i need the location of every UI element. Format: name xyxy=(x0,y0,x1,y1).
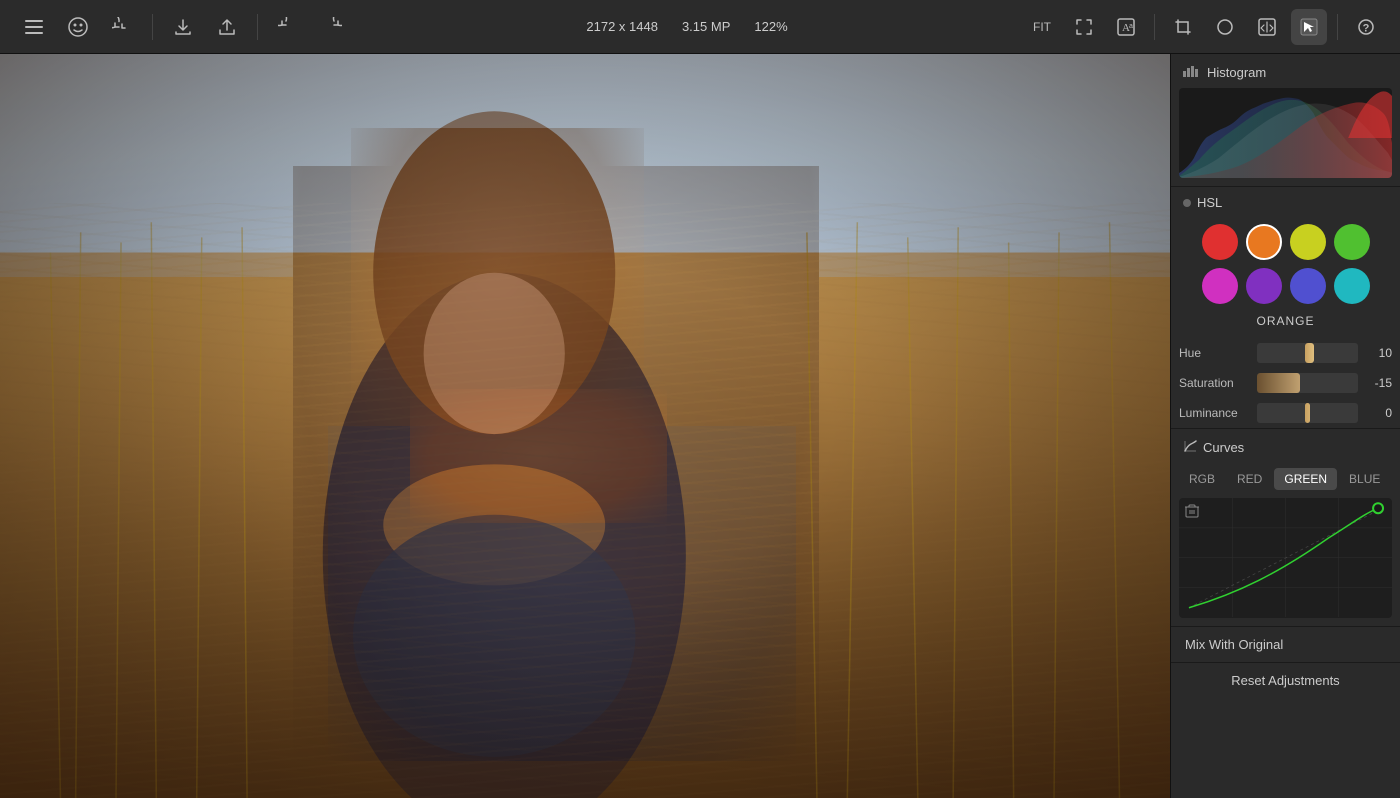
hue-value: 10 xyxy=(1364,346,1392,360)
curves-tab-blue[interactable]: BLUE xyxy=(1339,468,1390,490)
circle-tool-button[interactable] xyxy=(1207,9,1243,45)
separator-4 xyxy=(1337,14,1338,40)
toolbar-center: 2172 x 1448 3.15 MP 122% xyxy=(350,19,1024,34)
luminance-slider-row: Luminance 0 xyxy=(1171,398,1400,428)
toolbar: 2172 x 1448 3.15 MP 122% FIT A a xyxy=(0,0,1400,54)
menu-button[interactable] xyxy=(16,9,52,45)
crop-button[interactable] xyxy=(1165,9,1201,45)
hsl-label: HSL xyxy=(1197,195,1222,210)
active-color-label: ORANGE xyxy=(1171,312,1400,338)
saturation-slider-track[interactable] xyxy=(1257,373,1358,393)
histogram-svg xyxy=(1179,88,1392,178)
hsl-collapse-icon[interactable] xyxy=(1183,199,1191,207)
mix-with-original-label: Mix With Original xyxy=(1185,637,1283,652)
curves-graph-svg xyxy=(1179,498,1392,618)
swatch-green[interactable] xyxy=(1334,224,1370,260)
image-dimensions: 2172 x 1448 xyxy=(586,19,658,34)
photo-container xyxy=(0,54,1170,798)
toolbar-left xyxy=(16,9,350,45)
select-button[interactable] xyxy=(1291,9,1327,45)
hsl-header[interactable]: HSL xyxy=(1171,186,1400,216)
image-zoom: 122% xyxy=(754,19,787,34)
color-swatches xyxy=(1171,216,1400,312)
hue-label: Hue xyxy=(1179,346,1251,360)
separator-1 xyxy=(152,14,153,40)
flip-button[interactable] xyxy=(1249,9,1285,45)
share-button[interactable] xyxy=(209,9,245,45)
luminance-value: 0 xyxy=(1364,406,1392,420)
histogram-area xyxy=(1179,88,1392,178)
swatch-blue[interactable] xyxy=(1290,268,1326,304)
saturation-slider-row: Saturation -15 xyxy=(1171,368,1400,398)
main-area: Histogram xyxy=(0,54,1400,798)
curves-area[interactable] xyxy=(1179,498,1392,618)
swatch-orange[interactable] xyxy=(1246,224,1282,260)
history-button[interactable] xyxy=(104,9,140,45)
luminance-label: Luminance xyxy=(1179,406,1251,420)
hue-slider-row: Hue 10 xyxy=(1171,338,1400,368)
curves-tabs: RGB RED GREEN BLUE xyxy=(1171,464,1400,494)
curves-tab-rgb[interactable]: RGB xyxy=(1179,468,1225,490)
fit-button[interactable]: FIT xyxy=(1024,9,1060,45)
swatch-purple[interactable] xyxy=(1246,268,1282,304)
curves-header[interactable]: Curves xyxy=(1171,428,1400,464)
svg-text:a: a xyxy=(1129,23,1133,30)
download-button[interactable] xyxy=(165,9,201,45)
right-panel: Histogram xyxy=(1170,54,1400,798)
saturation-label: Saturation xyxy=(1179,376,1251,390)
histogram-icon xyxy=(1183,64,1199,80)
hue-slider-track[interactable] xyxy=(1257,343,1358,363)
swatch-cyan[interactable] xyxy=(1334,268,1370,304)
luminance-slider-fill xyxy=(1305,403,1309,423)
curves-label: Curves xyxy=(1203,440,1244,455)
histogram-label: Histogram xyxy=(1207,65,1266,80)
toolbar-right: FIT A a xyxy=(1024,9,1384,45)
svg-text:?: ? xyxy=(1363,22,1370,34)
redo-button[interactable] xyxy=(314,9,350,45)
face-button[interactable] xyxy=(60,9,96,45)
image-megapixels: 3.15 MP xyxy=(682,19,730,34)
photo-svg xyxy=(0,54,1170,798)
separator-2 xyxy=(257,14,258,40)
swatch-red[interactable] xyxy=(1202,224,1238,260)
separator-3 xyxy=(1154,14,1155,40)
text-tool-button[interactable]: A a xyxy=(1108,9,1144,45)
canvas-area[interactable] xyxy=(0,54,1170,798)
hue-slider-fill xyxy=(1305,343,1313,363)
undo-button[interactable] xyxy=(270,9,306,45)
curves-tab-green[interactable]: GREEN xyxy=(1274,468,1337,490)
reset-adjustments-label: Reset Adjustments xyxy=(1231,673,1339,688)
swatch-yellow[interactable] xyxy=(1290,224,1326,260)
curves-tab-red[interactable]: RED xyxy=(1227,468,1272,490)
histogram-header: Histogram xyxy=(1171,54,1400,88)
reset-adjustments-button[interactable]: Reset Adjustments xyxy=(1171,662,1400,698)
swatch-magenta[interactable] xyxy=(1202,268,1238,304)
curves-icon xyxy=(1183,439,1197,456)
help-button[interactable]: ? xyxy=(1348,9,1384,45)
luminance-slider-track[interactable] xyxy=(1257,403,1358,423)
fullscreen-button[interactable] xyxy=(1066,9,1102,45)
mix-with-original-button[interactable]: Mix With Original xyxy=(1171,626,1400,662)
saturation-value: -15 xyxy=(1364,376,1392,390)
saturation-slider-fill xyxy=(1257,373,1300,393)
